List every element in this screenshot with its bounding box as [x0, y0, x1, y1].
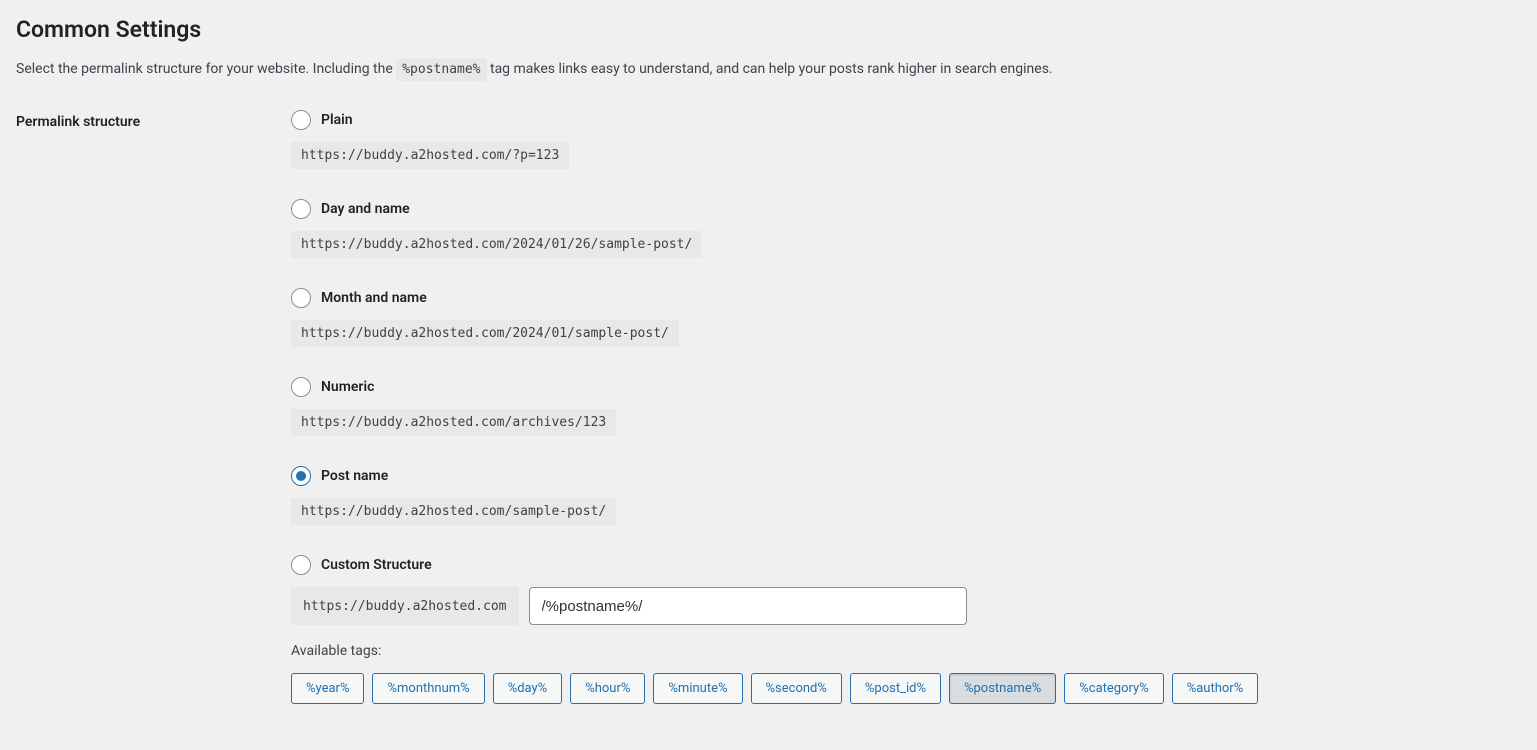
tag-monthnum[interactable]: %monthnum% — [372, 673, 484, 704]
desc-text-post: tag makes links easy to understand, and … — [487, 61, 1053, 77]
available-tags-label: Available tags: — [291, 643, 1521, 659]
label-plain: Plain — [321, 112, 353, 128]
label-numeric: Numeric — [321, 379, 374, 395]
tag-post-id[interactable]: %post_id% — [850, 673, 941, 704]
radio-custom[interactable] — [291, 555, 311, 575]
radio-dayname[interactable] — [291, 199, 311, 219]
option-custom: Custom Structure https://buddy.a2hosted.… — [291, 555, 1521, 704]
tag-year[interactable]: %year% — [291, 673, 364, 704]
tag-postname[interactable]: %postname% — [949, 673, 1056, 704]
desc-text-pre: Select the permalink structure for your … — [16, 61, 396, 77]
tag-minute[interactable]: %minute% — [653, 673, 742, 704]
tag-hour[interactable]: %hour% — [570, 673, 645, 704]
option-monthname: Month and name https://buddy.a2hosted.co… — [291, 288, 1521, 347]
radio-postname[interactable] — [291, 466, 311, 486]
example-dayname: https://buddy.a2hosted.com/2024/01/26/sa… — [291, 231, 702, 258]
label-dayname: Day and name — [321, 201, 410, 217]
example-monthname: https://buddy.a2hosted.com/2024/01/sampl… — [291, 320, 679, 347]
radio-monthname[interactable] — [291, 288, 311, 308]
radio-numeric[interactable] — [291, 377, 311, 397]
option-plain: Plain https://buddy.a2hosted.com/?p=123 — [291, 110, 1521, 169]
tag-author[interactable]: %author% — [1172, 673, 1259, 704]
example-plain: https://buddy.a2hosted.com/?p=123 — [291, 142, 569, 169]
example-postname: https://buddy.a2hosted.com/sample-post/ — [291, 498, 616, 525]
permalink-structure-label: Permalink structure — [16, 114, 140, 130]
option-dayname: Day and name https://buddy.a2hosted.com/… — [291, 199, 1521, 258]
option-numeric: Numeric https://buddy.a2hosted.com/archi… — [291, 377, 1521, 436]
tag-day[interactable]: %day% — [493, 673, 563, 704]
label-custom: Custom Structure — [321, 557, 432, 573]
tag-category[interactable]: %category% — [1064, 673, 1163, 704]
section-description: Select the permalink structure for your … — [16, 59, 1521, 80]
example-numeric: https://buddy.a2hosted.com/archives/123 — [291, 409, 616, 436]
label-postname: Post name — [321, 468, 388, 484]
custom-prefix: https://buddy.a2hosted.com — [291, 587, 519, 625]
radio-plain[interactable] — [291, 110, 311, 130]
label-monthname: Month and name — [321, 290, 427, 306]
desc-code-tag: %postname% — [396, 59, 486, 81]
option-postname: Post name https://buddy.a2hosted.com/sam… — [291, 466, 1521, 525]
tag-second[interactable]: %second% — [751, 673, 842, 704]
custom-structure-input[interactable] — [529, 587, 967, 625]
section-title: Common Settings — [16, 16, 1521, 43]
tag-row: %year% %monthnum% %day% %hour% %minute% … — [291, 673, 1521, 704]
